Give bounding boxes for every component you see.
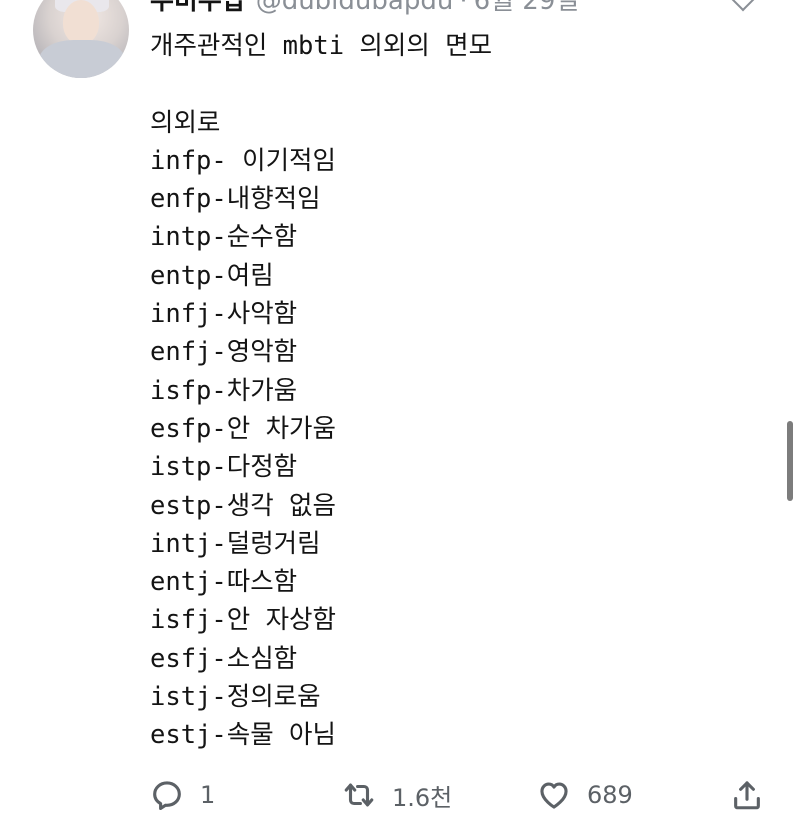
avatar[interactable] xyxy=(33,0,129,78)
author-name[interactable]: 두비두밥 xyxy=(150,0,246,16)
tweet-text: 개주관적인 mbti 의외의 면모 의외로 infp- 이기적임 enfp-내향… xyxy=(150,31,493,751)
scrollbar[interactable] xyxy=(787,421,793,501)
retweet-count: 1.6천 xyxy=(392,783,453,812)
avatar-face xyxy=(63,0,99,44)
like-count: 689 xyxy=(587,781,633,809)
tweet-date[interactable]: 6월 29일 xyxy=(474,0,580,16)
reply-count: 1 xyxy=(200,781,216,809)
share-button[interactable] xyxy=(730,770,764,820)
retweet-button[interactable]: 1.6천 xyxy=(342,770,452,820)
avatar-body xyxy=(39,40,125,78)
like-icon xyxy=(540,782,568,809)
retweet-icon xyxy=(344,783,374,807)
share-icon xyxy=(734,781,760,810)
header-separator: · xyxy=(459,0,468,16)
chevron-down-icon[interactable] xyxy=(731,0,755,12)
author-handle[interactable]: @dubidubapdu xyxy=(256,0,454,16)
tweet-actions: 1 1.6천 689 xyxy=(0,770,800,820)
like-button[interactable]: 689 xyxy=(537,770,633,820)
reply-icon xyxy=(153,781,181,811)
tweet-header: 두비두밥 @dubidubapdu · 6월 29일 xyxy=(150,0,579,16)
reply-button[interactable]: 1 xyxy=(150,770,215,820)
